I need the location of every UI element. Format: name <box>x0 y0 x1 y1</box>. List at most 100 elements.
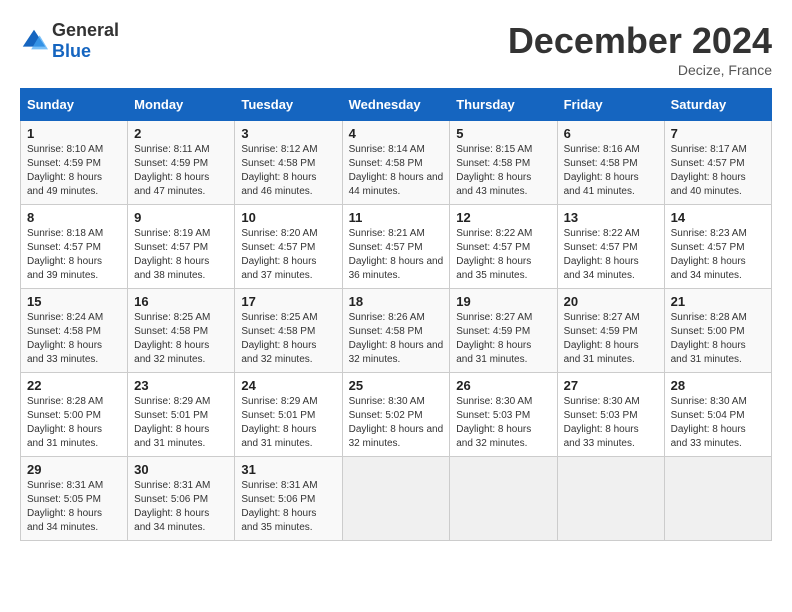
day-info: Sunrise: 8:31 AM Sunset: 5:06 PM Dayligh… <box>241 479 335 535</box>
calendar-day-cell <box>557 457 664 541</box>
calendar-day-cell: 9 Sunrise: 8:19 AM Sunset: 4:57 PM Dayli… <box>128 205 235 289</box>
day-number: 18 <box>349 294 444 309</box>
logo-icon <box>20 27 48 55</box>
calendar-day-cell: 6 Sunrise: 8:16 AM Sunset: 4:58 PM Dayli… <box>557 121 664 205</box>
day-info: Sunrise: 8:26 AM Sunset: 4:58 PM Dayligh… <box>349 311 444 367</box>
logo-general: General <box>52 20 119 40</box>
day-number: 16 <box>134 294 228 309</box>
weekday-header: Wednesday <box>342 89 450 121</box>
day-info: Sunrise: 8:15 AM Sunset: 4:58 PM Dayligh… <box>456 143 550 199</box>
location-subtitle: Decize, France <box>508 62 772 78</box>
day-number: 21 <box>671 294 765 309</box>
day-info: Sunrise: 8:21 AM Sunset: 4:57 PM Dayligh… <box>349 227 444 283</box>
calendar-day-cell: 5 Sunrise: 8:15 AM Sunset: 4:58 PM Dayli… <box>450 121 557 205</box>
day-info: Sunrise: 8:14 AM Sunset: 4:58 PM Dayligh… <box>349 143 444 199</box>
calendar-day-cell <box>342 457 450 541</box>
day-number: 13 <box>564 210 658 225</box>
calendar-day-cell: 19 Sunrise: 8:27 AM Sunset: 4:59 PM Dayl… <box>450 289 557 373</box>
day-info: Sunrise: 8:28 AM Sunset: 5:00 PM Dayligh… <box>671 311 765 367</box>
day-info: Sunrise: 8:18 AM Sunset: 4:57 PM Dayligh… <box>27 227 121 283</box>
day-number: 11 <box>349 210 444 225</box>
day-info: Sunrise: 8:25 AM Sunset: 4:58 PM Dayligh… <box>241 311 335 367</box>
calendar-header-row: SundayMondayTuesdayWednesdayThursdayFrid… <box>21 89 772 121</box>
day-number: 9 <box>134 210 228 225</box>
calendar-table: SundayMondayTuesdayWednesdayThursdayFrid… <box>20 88 772 541</box>
day-number: 25 <box>349 378 444 393</box>
day-info: Sunrise: 8:24 AM Sunset: 4:58 PM Dayligh… <box>27 311 121 367</box>
day-info: Sunrise: 8:30 AM Sunset: 5:03 PM Dayligh… <box>564 395 658 451</box>
day-number: 6 <box>564 126 658 141</box>
day-info: Sunrise: 8:29 AM Sunset: 5:01 PM Dayligh… <box>241 395 335 451</box>
day-number: 26 <box>456 378 550 393</box>
day-number: 28 <box>671 378 765 393</box>
weekday-header: Friday <box>557 89 664 121</box>
day-number: 1 <box>27 126 121 141</box>
logo-text: General Blue <box>52 20 119 62</box>
logo-blue: Blue <box>52 41 91 61</box>
day-info: Sunrise: 8:30 AM Sunset: 5:04 PM Dayligh… <box>671 395 765 451</box>
calendar-day-cell: 11 Sunrise: 8:21 AM Sunset: 4:57 PM Dayl… <box>342 205 450 289</box>
weekday-header: Sunday <box>21 89 128 121</box>
day-number: 29 <box>27 462 121 477</box>
calendar-day-cell: 30 Sunrise: 8:31 AM Sunset: 5:06 PM Dayl… <box>128 457 235 541</box>
day-info: Sunrise: 8:27 AM Sunset: 4:59 PM Dayligh… <box>564 311 658 367</box>
day-number: 27 <box>564 378 658 393</box>
day-number: 12 <box>456 210 550 225</box>
calendar-day-cell: 21 Sunrise: 8:28 AM Sunset: 5:00 PM Dayl… <box>664 289 771 373</box>
calendar-day-cell: 16 Sunrise: 8:25 AM Sunset: 4:58 PM Dayl… <box>128 289 235 373</box>
day-info: Sunrise: 8:25 AM Sunset: 4:58 PM Dayligh… <box>134 311 228 367</box>
calendar-day-cell: 7 Sunrise: 8:17 AM Sunset: 4:57 PM Dayli… <box>664 121 771 205</box>
day-number: 19 <box>456 294 550 309</box>
day-number: 3 <box>241 126 335 141</box>
calendar-day-cell: 15 Sunrise: 8:24 AM Sunset: 4:58 PM Dayl… <box>21 289 128 373</box>
day-number: 5 <box>456 126 550 141</box>
title-area: December 2024 Decize, France <box>508 20 772 78</box>
calendar-day-cell: 22 Sunrise: 8:28 AM Sunset: 5:00 PM Dayl… <box>21 373 128 457</box>
calendar-day-cell: 26 Sunrise: 8:30 AM Sunset: 5:03 PM Dayl… <box>450 373 557 457</box>
calendar-day-cell: 13 Sunrise: 8:22 AM Sunset: 4:57 PM Dayl… <box>557 205 664 289</box>
day-number: 23 <box>134 378 228 393</box>
day-number: 15 <box>27 294 121 309</box>
day-info: Sunrise: 8:16 AM Sunset: 4:58 PM Dayligh… <box>564 143 658 199</box>
day-number: 7 <box>671 126 765 141</box>
calendar-day-cell: 14 Sunrise: 8:23 AM Sunset: 4:57 PM Dayl… <box>664 205 771 289</box>
day-info: Sunrise: 8:30 AM Sunset: 5:03 PM Dayligh… <box>456 395 550 451</box>
calendar-day-cell: 23 Sunrise: 8:29 AM Sunset: 5:01 PM Dayl… <box>128 373 235 457</box>
calendar-day-cell: 31 Sunrise: 8:31 AM Sunset: 5:06 PM Dayl… <box>235 457 342 541</box>
day-info: Sunrise: 8:22 AM Sunset: 4:57 PM Dayligh… <box>564 227 658 283</box>
weekday-header: Monday <box>128 89 235 121</box>
weekday-header: Tuesday <box>235 89 342 121</box>
day-info: Sunrise: 8:12 AM Sunset: 4:58 PM Dayligh… <box>241 143 335 199</box>
calendar-day-cell: 12 Sunrise: 8:22 AM Sunset: 4:57 PM Dayl… <box>450 205 557 289</box>
day-info: Sunrise: 8:19 AM Sunset: 4:57 PM Dayligh… <box>134 227 228 283</box>
calendar-day-cell: 24 Sunrise: 8:29 AM Sunset: 5:01 PM Dayl… <box>235 373 342 457</box>
logo: General Blue <box>20 20 119 62</box>
calendar-day-cell: 29 Sunrise: 8:31 AM Sunset: 5:05 PM Dayl… <box>21 457 128 541</box>
day-number: 31 <box>241 462 335 477</box>
month-title: December 2024 <box>508 20 772 62</box>
calendar-week-row: 15 Sunrise: 8:24 AM Sunset: 4:58 PM Dayl… <box>21 289 772 373</box>
day-info: Sunrise: 8:29 AM Sunset: 5:01 PM Dayligh… <box>134 395 228 451</box>
calendar-day-cell <box>450 457 557 541</box>
day-number: 22 <box>27 378 121 393</box>
day-number: 2 <box>134 126 228 141</box>
day-info: Sunrise: 8:17 AM Sunset: 4:57 PM Dayligh… <box>671 143 765 199</box>
day-number: 14 <box>671 210 765 225</box>
day-number: 24 <box>241 378 335 393</box>
day-number: 8 <box>27 210 121 225</box>
day-info: Sunrise: 8:28 AM Sunset: 5:00 PM Dayligh… <box>27 395 121 451</box>
calendar-week-row: 8 Sunrise: 8:18 AM Sunset: 4:57 PM Dayli… <box>21 205 772 289</box>
weekday-header: Saturday <box>664 89 771 121</box>
calendar-day-cell: 25 Sunrise: 8:30 AM Sunset: 5:02 PM Dayl… <box>342 373 450 457</box>
page-header: General Blue December 2024 Decize, Franc… <box>20 20 772 78</box>
calendar-day-cell: 8 Sunrise: 8:18 AM Sunset: 4:57 PM Dayli… <box>21 205 128 289</box>
weekday-header: Thursday <box>450 89 557 121</box>
calendar-day-cell: 27 Sunrise: 8:30 AM Sunset: 5:03 PM Dayl… <box>557 373 664 457</box>
calendar-day-cell: 18 Sunrise: 8:26 AM Sunset: 4:58 PM Dayl… <box>342 289 450 373</box>
calendar-day-cell <box>664 457 771 541</box>
day-info: Sunrise: 8:11 AM Sunset: 4:59 PM Dayligh… <box>134 143 228 199</box>
day-info: Sunrise: 8:31 AM Sunset: 5:06 PM Dayligh… <box>134 479 228 535</box>
day-info: Sunrise: 8:20 AM Sunset: 4:57 PM Dayligh… <box>241 227 335 283</box>
day-info: Sunrise: 8:30 AM Sunset: 5:02 PM Dayligh… <box>349 395 444 451</box>
day-number: 10 <box>241 210 335 225</box>
